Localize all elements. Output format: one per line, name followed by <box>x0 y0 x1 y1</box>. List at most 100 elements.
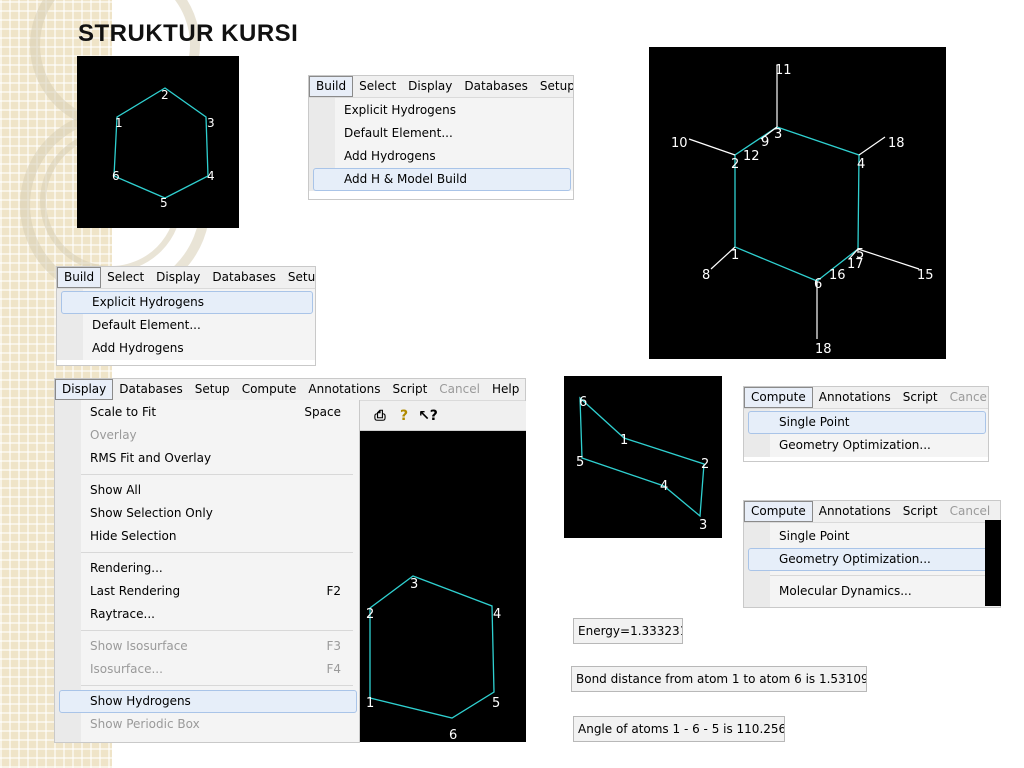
menu-cancel[interactable]: Cancel <box>433 380 486 399</box>
atom-label: 4 <box>660 479 668 494</box>
menu-item-explicit-hydrogens[interactable]: Explicit Hydrogens <box>335 99 573 122</box>
molecule-view-hexagon: 2 1 3 4 6 5 <box>77 56 239 228</box>
menu-item-show-isosurface[interactable]: Show Isosurface F3 <box>81 635 359 658</box>
menu-annotations[interactable]: Annotations <box>813 388 897 407</box>
atom-label: 15 <box>917 268 934 283</box>
menu-item-geometry-optimization[interactable]: Geometry Optimization... <box>770 434 988 457</box>
atom-label: 5 <box>160 196 168 210</box>
chair-drawing: 6 1 5 2 4 3 <box>576 395 709 533</box>
atom-label: 6 <box>449 728 457 742</box>
menu-item-single-point[interactable]: Single Point <box>748 411 986 434</box>
menu-item-default-element[interactable]: Default Element... <box>335 122 573 145</box>
atom-label: 4 <box>207 169 215 183</box>
compute-menu-screenshot-2: Compute Annotations Script Cancel Single… <box>743 500 1001 608</box>
menu-separator <box>81 552 353 553</box>
menu-item-explicit-hydrogens[interactable]: Explicit Hydrogens <box>61 291 313 314</box>
menu-annotations[interactable]: Annotations <box>302 380 386 399</box>
help-icon[interactable]: ? <box>394 406 414 426</box>
menu-item-molecular-dynamics[interactable]: Molecular Dynamics... <box>770 580 1000 603</box>
menu-display[interactable]: Display <box>150 268 206 287</box>
menu-item-show-hydrogens[interactable]: Show Hydrogens <box>59 690 357 713</box>
menu-item-geometry-optimization[interactable]: Geometry Optimization... <box>748 548 998 571</box>
atom-label: 3 <box>410 577 418 592</box>
menu-cancel[interactable]: Cancel <box>944 502 997 521</box>
atom-label: 10 <box>671 136 688 151</box>
menu-select[interactable]: Select <box>101 268 150 287</box>
build-menu-screenshot-2: Build Select Display Databases Setup Exp… <box>56 266 316 366</box>
molecule-view-full: 11 10 9 3 12 2 18 4 1 8 17 5 16 15 6 18 <box>649 47 946 359</box>
menu-item-rendering[interactable]: Rendering... <box>81 557 359 580</box>
menu-script[interactable]: Script <box>897 388 944 407</box>
atom-label: 1 <box>620 433 628 448</box>
menu-display[interactable]: Display <box>402 77 458 96</box>
build-menu-screenshot: Build Select Display Databases Setup Exp… <box>308 75 574 200</box>
menu-item-single-point[interactable]: Single Point <box>770 525 1000 548</box>
menu-item-show-selection-only[interactable]: Show Selection Only <box>81 502 359 525</box>
menu-item-add-h-model-build[interactable]: Add H & Model Build <box>313 168 571 191</box>
menu-setup[interactable]: Setup <box>189 380 236 399</box>
display-menu-screenshot: Display Databases Setup Compute Annotati… <box>54 378 526 401</box>
menu-display[interactable]: Display <box>55 379 114 400</box>
menu-separator <box>81 685 353 686</box>
menu-bar: Build Select Display Databases Setup <box>57 267 315 289</box>
menu-script[interactable]: Script <box>386 380 433 399</box>
menu-select[interactable]: Select <box>353 77 402 96</box>
menu-script[interactable]: Script <box>897 502 944 521</box>
atom-label: 6 <box>112 169 120 183</box>
atom-label: 5 <box>576 455 584 470</box>
molecule-view-hexagon-large: 3 2 4 1 5 6 <box>358 430 526 742</box>
menu-databases[interactable]: Databases <box>113 380 189 399</box>
menu-item-add-hydrogens[interactable]: Add Hydrogens <box>83 337 315 360</box>
atom-label: 12 <box>743 149 760 164</box>
status-angle: Angle of atoms 1 - 6 - 5 is 110.256° <box>573 716 785 742</box>
status-energy: Energy=1.333231 ( <box>573 618 683 644</box>
menu-compute[interactable]: Compute <box>744 501 813 522</box>
menu-item-last-rendering[interactable]: Last Rendering F2 <box>81 580 359 603</box>
menu-separator <box>81 630 353 631</box>
atom-label: 1 <box>366 696 374 711</box>
menu-item-show-periodic-box[interactable]: Show Periodic Box <box>81 713 359 736</box>
menu-item-hide-selection[interactable]: Hide Selection <box>81 525 359 548</box>
menu-bar: Compute Annotations Script Cance <box>744 387 988 409</box>
menu-databases[interactable]: Databases <box>458 77 534 96</box>
menu-item-raytrace[interactable]: Raytrace... <box>81 603 359 626</box>
menu-item-show-all[interactable]: Show All <box>81 479 359 502</box>
molecule-view-chair: 6 1 5 2 4 3 <box>564 376 722 538</box>
atom-label: 4 <box>493 607 501 622</box>
menu-item-scale-to-fit[interactable]: Scale to Fit Space <box>81 401 359 424</box>
menu-databases[interactable]: Databases <box>206 268 282 287</box>
menu-build[interactable]: Build <box>309 76 354 97</box>
menu-compute[interactable]: Compute <box>744 387 813 408</box>
molecule-drawing: 11 10 9 3 12 2 18 4 1 8 17 5 16 15 6 18 <box>671 63 934 357</box>
atom-label: 2 <box>701 457 709 472</box>
atom-label: 5 <box>856 247 864 262</box>
menu-compute[interactable]: Compute <box>236 380 303 399</box>
atom-label: 8 <box>702 268 710 283</box>
menu-separator <box>770 575 994 576</box>
menu-item-add-hydrogens[interactable]: Add Hydrogens <box>335 145 573 168</box>
atom-label: 11 <box>775 63 792 78</box>
atom-label: 9 <box>761 135 769 150</box>
menu-item-isosurface[interactable]: Isosurface... F4 <box>81 658 359 681</box>
atom-label: 6 <box>579 395 587 410</box>
atom-label: 18 <box>815 342 832 357</box>
menu-item-default-element[interactable]: Default Element... <box>83 314 315 337</box>
print-icon[interactable]: ⎙ <box>370 406 390 426</box>
hexagon-drawing: 2 1 3 4 6 5 <box>112 87 215 210</box>
menu-bar: Build Select Display Databases Setup <box>309 76 573 98</box>
atom-label: 16 <box>829 268 846 283</box>
menu-item-overlay[interactable]: Overlay <box>81 424 359 447</box>
menu-setup[interactable]: Setup <box>534 77 573 96</box>
context-help-icon[interactable]: ↖? <box>418 406 438 426</box>
menu-setup[interactable]: Setup <box>282 268 315 287</box>
display-menu-dropdown: Scale to Fit Space Overlay RMS Fit and Ov… <box>54 400 360 743</box>
menu-item-rms-fit-overlay[interactable]: RMS Fit and Overlay <box>81 447 359 470</box>
menu-help[interactable]: Help <box>486 380 525 399</box>
menu-cancel[interactable]: Cance <box>944 388 988 407</box>
compute-menu-screenshot: Compute Annotations Script Cance Single … <box>743 386 989 462</box>
menu-build[interactable]: Build <box>57 267 102 288</box>
atom-label: 6 <box>814 277 822 292</box>
atom-label: 1 <box>115 116 123 130</box>
atom-label: 5 <box>492 696 500 711</box>
menu-annotations[interactable]: Annotations <box>813 502 897 521</box>
